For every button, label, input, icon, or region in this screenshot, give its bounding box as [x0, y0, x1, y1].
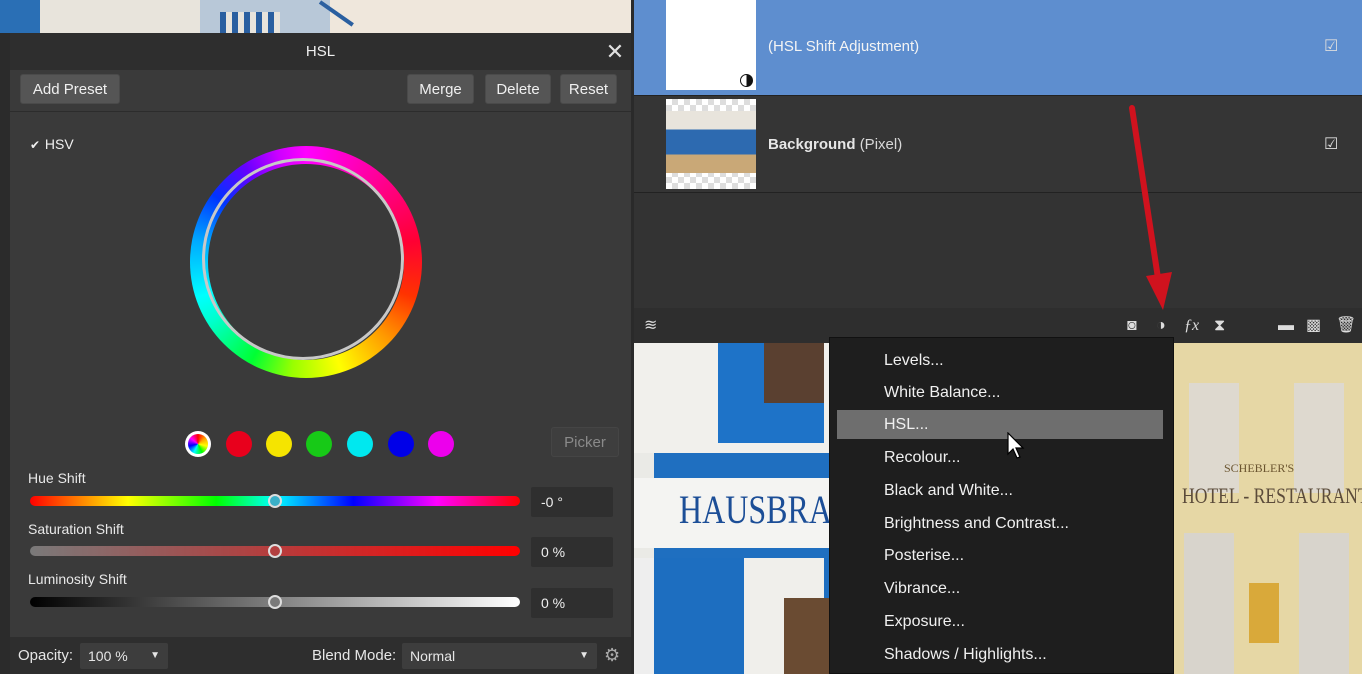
- pixel-layer-icon[interactable]: ▩: [1306, 308, 1321, 343]
- photo-canvas-top: [0, 0, 631, 33]
- delete-button[interactable]: Delete: [485, 74, 551, 104]
- layer-label: Background (Pixel): [768, 136, 902, 153]
- hsv-checkbox[interactable]: ✔ HSV: [30, 136, 74, 152]
- gear-icon[interactable]: ⚙: [604, 637, 620, 674]
- menu-item-vibrance[interactable]: Vibrance...: [837, 574, 1163, 603]
- opacity-value: 100 %: [88, 648, 128, 664]
- photo-window: [1294, 383, 1344, 493]
- menu-item-shadows-highlights[interactable]: Shadows / Highlights...: [837, 640, 1163, 669]
- photo-hotel-text: HOTEL - RESTAURANT: [1182, 483, 1362, 508]
- photo-window: [1189, 383, 1239, 493]
- luminosity-shift-field[interactable]: 0 %: [531, 588, 613, 618]
- hsl-title: HSL: [305, 43, 336, 60]
- photo-window: [1184, 533, 1234, 674]
- layer-type: (Pixel): [859, 136, 903, 153]
- reset-button[interactable]: Reset: [560, 74, 617, 104]
- hue-shift-field[interactable]: -0 °: [531, 487, 613, 517]
- hue-shift-label: Hue Shift: [28, 470, 86, 486]
- thumbnail-image: [666, 111, 756, 173]
- swatch-magenta[interactable]: [428, 431, 454, 457]
- layer-row-hsl-adjustment[interactable]: (HSL Shift Adjustment) ☑: [634, 0, 1362, 95]
- visibility-checkbox-icon[interactable]: ☑: [1324, 134, 1338, 154]
- photo-window: [1299, 533, 1349, 674]
- swatch-master[interactable]: [185, 431, 211, 457]
- photo-hotel-small-text: SCHEBLER'S: [1224, 461, 1295, 475]
- menu-item-hsl[interactable]: HSL...: [837, 410, 1163, 439]
- luminosity-shift-knob[interactable]: [268, 595, 282, 609]
- swatch-cyan[interactable]: [347, 431, 373, 457]
- menu-item-posterise[interactable]: Posterise...: [837, 541, 1163, 570]
- add-preset-button[interactable]: Add Preset: [20, 74, 120, 104]
- menu-item-exposure[interactable]: Exposure...: [837, 607, 1163, 636]
- blend-mode-value: Normal: [410, 648, 456, 664]
- saturation-shift-field[interactable]: 0 %: [531, 537, 613, 567]
- rainbow-icon: [188, 434, 208, 454]
- checkmark-icon: ✔: [30, 138, 41, 152]
- layers-stack-icon[interactable]: ≋: [644, 308, 657, 343]
- menu-item-levels[interactable]: Levels...: [837, 346, 1163, 375]
- menu-item-brightness-contrast[interactable]: Brightness and Contrast...: [837, 509, 1163, 538]
- folder-icon[interactable]: ▬: [1278, 308, 1294, 343]
- hsv-label: HSV: [44, 136, 74, 152]
- visibility-checkbox-icon[interactable]: ☑: [1324, 36, 1338, 56]
- blend-mode-label: Blend Mode:: [312, 647, 397, 664]
- photo-railing: [220, 12, 280, 33]
- layer-thumbnail: [666, 0, 756, 90]
- hsl-bottom-bar: Opacity: 100 % ▼ Blend Mode: Normal ▼ ⚙: [10, 637, 631, 674]
- annotation-arrow-icon: [1129, 105, 1172, 310]
- opacity-label: Opacity:: [18, 647, 74, 664]
- menu-item-recolour[interactable]: Recolour...: [837, 443, 1163, 472]
- photo-lantern: [1249, 583, 1279, 643]
- caret-down-icon: ▼: [579, 650, 589, 661]
- picker-button[interactable]: Picker: [551, 427, 619, 457]
- hue-shift-knob[interactable]: [268, 494, 282, 508]
- live-filter-icon[interactable]: ⧗: [1214, 308, 1225, 343]
- swatch-blue[interactable]: [388, 431, 414, 457]
- close-icon[interactable]: ✕: [600, 33, 630, 70]
- divider: [10, 111, 631, 112]
- layer-name: Background: [768, 136, 856, 153]
- blend-mode-dropdown[interactable]: Normal ▼: [402, 643, 597, 669]
- saturation-shift-knob[interactable]: [268, 544, 282, 558]
- trash-icon[interactable]: 🗑: [1336, 308, 1356, 343]
- saturation-shift-label: Saturation Shift: [28, 521, 124, 537]
- photo-door: [784, 598, 830, 674]
- luminosity-shift-label: Luminosity Shift: [28, 571, 127, 587]
- layer-row-background[interactable]: Background (Pixel) ☑: [634, 95, 1362, 193]
- fx-icon[interactable]: ƒx: [1184, 308, 1199, 343]
- adjustment-menu: Levels... White Balance... HSL... Recolo…: [829, 337, 1174, 674]
- menu-item-black-and-white[interactable]: Black and White...: [837, 476, 1163, 505]
- opacity-dropdown[interactable]: 100 % ▼: [80, 643, 168, 669]
- swatch-red[interactable]: [226, 431, 252, 457]
- swatch-yellow[interactable]: [266, 431, 292, 457]
- photo-detail: [318, 0, 354, 27]
- photo-window: [764, 343, 824, 403]
- layer-thumbnail: [666, 99, 756, 189]
- layer-type: (HSL Shift Adjustment): [768, 38, 920, 55]
- mouse-cursor-icon: [1007, 432, 1025, 459]
- menu-item-white-balance[interactable]: White Balance...: [837, 378, 1163, 407]
- merge-button[interactable]: Merge: [407, 74, 474, 104]
- caret-down-icon: ▼: [150, 650, 160, 661]
- swatch-green[interactable]: [306, 431, 332, 457]
- hue-range-ring[interactable]: [202, 158, 404, 360]
- layers-panel: (HSL Shift Adjustment) ☑ Background (Pix…: [631, 0, 1362, 343]
- hsl-dialog: HSL ✕ Add Preset Merge Delete Reset ✔ HS…: [10, 33, 631, 674]
- adjustment-icon: [740, 74, 753, 87]
